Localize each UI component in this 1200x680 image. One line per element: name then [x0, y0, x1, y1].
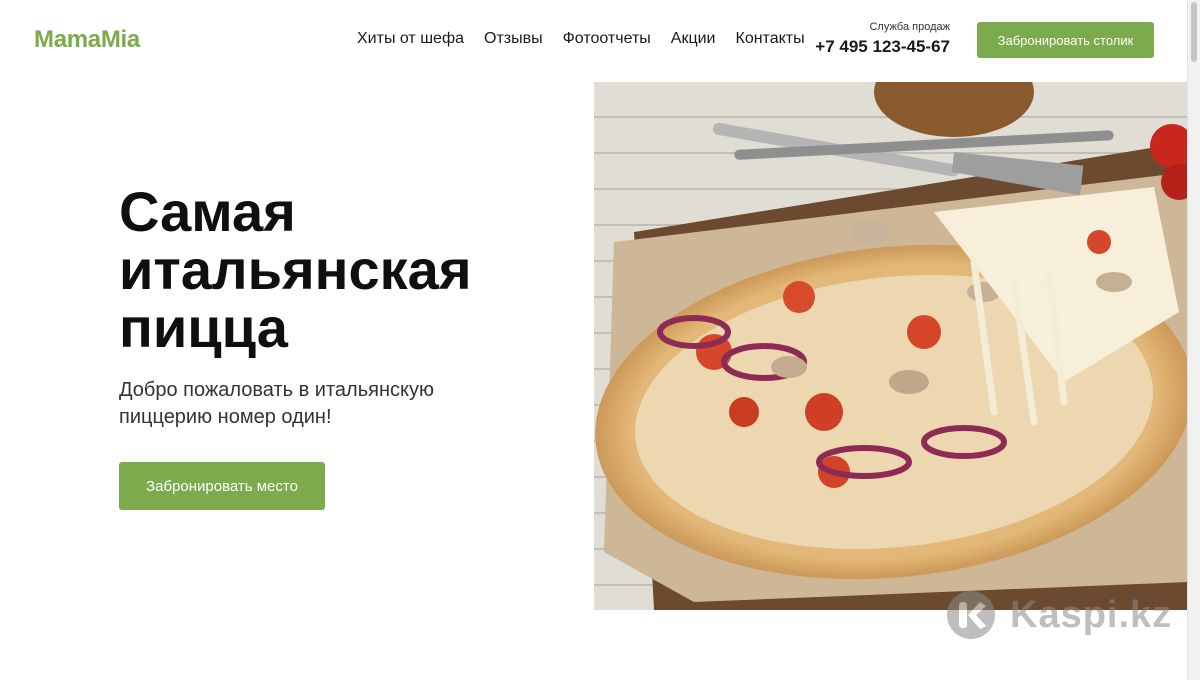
hero-subtitle: Добро пожаловать в итальянскую пиццерию … — [119, 379, 434, 428]
kaspi-watermark: Kaspi.kz — [946, 590, 1172, 640]
hero-title: Самая итальянская пицца — [119, 183, 539, 357]
page-scrollbar[interactable] — [1187, 0, 1200, 680]
logo[interactable]: MamaMia — [34, 26, 140, 54]
nav-item-contacts[interactable]: Контакты — [736, 30, 805, 48]
hero-title-line: пицца — [119, 296, 288, 359]
watermark-text: Kaspi.kz — [1010, 593, 1173, 636]
hero-title-line: Самая — [119, 180, 296, 243]
scrollbar-thumb[interactable] — [1191, 2, 1197, 62]
phone-caption: Служба продаж — [869, 21, 950, 33]
kaspi-logo-icon — [947, 591, 995, 639]
book-table-button[interactable]: Забронировать столик — [977, 22, 1154, 58]
book-place-button[interactable]: Забронировать место — [119, 462, 325, 510]
hero-title-line: итальянская — [119, 238, 472, 301]
main-nav: Хиты от шефа Отзывы Фотоотчеты Акции Кон… — [357, 30, 805, 48]
sales-phone-block: Служба продаж +7 495 123-45-67 — [815, 21, 950, 57]
phone-number[interactable]: +7 495 123-45-67 — [815, 37, 950, 57]
nav-item-photo-reports[interactable]: Фотоотчеты — [563, 30, 651, 48]
pizza-photo — [594, 82, 1188, 610]
nav-item-reviews[interactable]: Отзывы — [484, 30, 543, 48]
nav-item-promotions[interactable]: Акции — [671, 30, 716, 48]
site-header: MamaMia Хиты от шефа Отзывы Фотоотчеты А… — [0, 0, 1188, 80]
nav-item-chef-hits[interactable]: Хиты от шефа — [357, 30, 464, 48]
